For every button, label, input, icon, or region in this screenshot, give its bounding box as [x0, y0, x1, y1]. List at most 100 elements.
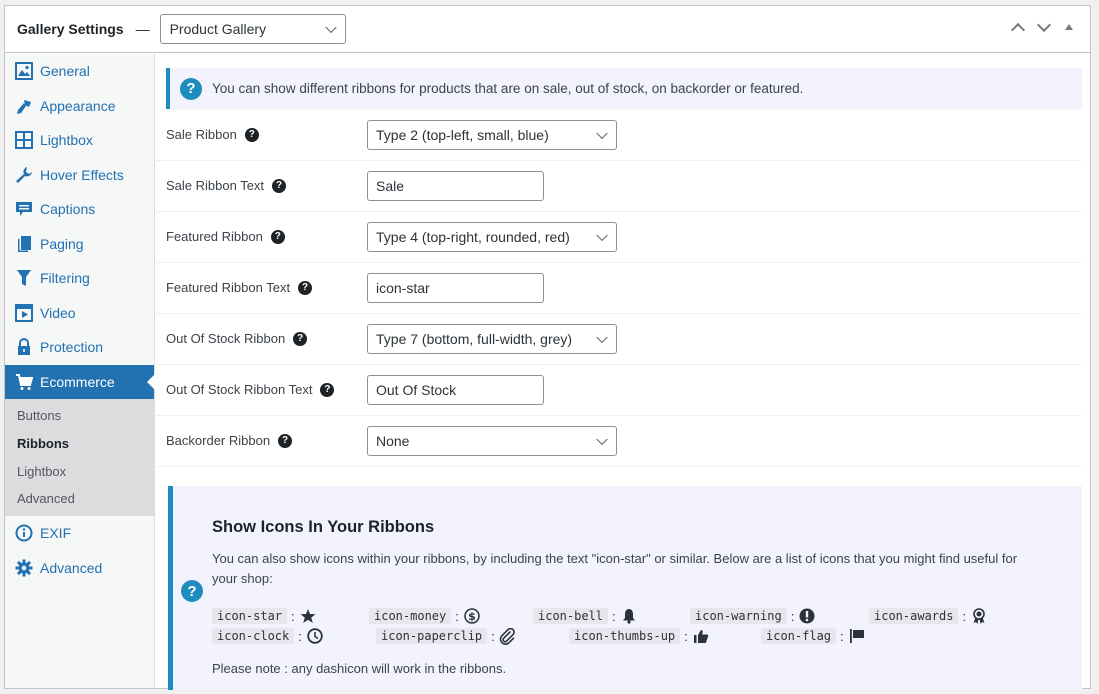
- sidebar-item-label: EXIF: [40, 525, 72, 541]
- gear-icon: [14, 558, 34, 578]
- submenu-item-ribbons[interactable]: Ribbons: [5, 430, 154, 458]
- submenu-item-buttons[interactable]: Buttons: [5, 402, 154, 430]
- icon-entry-bell: icon-bell:: [533, 606, 638, 626]
- move-up-icon[interactable]: [1010, 20, 1024, 34]
- field-label: Sale Ribbon Text: [166, 178, 265, 193]
- sidebar-item-label: Appearance: [40, 97, 116, 114]
- sale-ribbon-text-input[interactable]: [367, 171, 544, 201]
- money-icon: $: [463, 607, 481, 625]
- paperclip-icon: [499, 627, 517, 645]
- chevron-down-icon: [596, 127, 608, 140]
- gallery-select[interactable]: Product Gallery: [159, 14, 346, 44]
- field-row-featured-ribbon-text: Featured Ribbon Text?: [156, 263, 1081, 314]
- help-icon[interactable]: ?: [278, 433, 293, 448]
- info-description: You can also show icons within your ribb…: [212, 551, 1018, 586]
- sidebar-item-label: Advanced: [40, 559, 103, 576]
- sidebar-item-advanced[interactable]: Advanced: [5, 550, 154, 585]
- help-icon[interactable]: ?: [270, 229, 285, 244]
- sidebar-item-general[interactable]: General: [5, 54, 154, 89]
- icon-code: icon-bell: [533, 608, 609, 624]
- field-label: Featured Ribbon: [166, 229, 263, 244]
- featured-ribbon-select[interactable]: Type 4 (top-right, rounded, red): [367, 222, 617, 252]
- select-value: None: [376, 433, 410, 449]
- cart-icon: [14, 372, 34, 392]
- submenu-item-advanced[interactable]: Advanced: [5, 485, 154, 513]
- sidebar-item-label: Lightbox: [40, 132, 93, 149]
- image-icon: [14, 61, 34, 81]
- gallery-select-value: Product Gallery: [169, 21, 267, 37]
- help-icon[interactable]: ?: [293, 331, 308, 346]
- backorder-ribbon-select[interactable]: None: [367, 426, 617, 456]
- icon-entry-thumbs-up: icon-thumbs-up:: [569, 626, 710, 646]
- sidebar-item-exif[interactable]: EXIF: [5, 516, 154, 551]
- gallery-settings-panel: Gallery Settings — Product Gallery Gener…: [4, 5, 1091, 690]
- info-icon: [14, 523, 34, 543]
- icon-code: icon-thumbs-up: [569, 628, 681, 644]
- help-icon[interactable]: ?: [320, 382, 335, 397]
- settings-sidebar: General Appearance Lightbox Hover Effect…: [5, 54, 155, 688]
- out-of-stock-ribbon-text-input[interactable]: [367, 375, 544, 405]
- icon-code: icon-warning: [690, 608, 787, 624]
- ecommerce-submenu: Buttons Ribbons Lightbox Advanced: [5, 399, 154, 516]
- collapse-toggle-icon[interactable]: [1062, 20, 1076, 34]
- icon-entry-awards: icon-awards:: [869, 606, 988, 626]
- bell-icon: [620, 607, 638, 625]
- sidebar-item-video[interactable]: Video: [5, 296, 154, 331]
- icon-code: icon-star: [212, 608, 288, 624]
- icon-code: icon-paperclip: [376, 628, 488, 644]
- help-icon[interactable]: ?: [244, 127, 259, 142]
- icon-entry-clock: icon-clock:: [212, 626, 324, 646]
- icon-entry-star: icon-star:: [212, 606, 317, 626]
- warning-icon: [798, 607, 816, 625]
- video-icon: [14, 303, 34, 323]
- icon-code: icon-clock: [212, 628, 295, 644]
- sidebar-item-protection[interactable]: Protection: [5, 330, 154, 365]
- field-label: Featured Ribbon Text: [166, 280, 291, 295]
- icon-code: icon-awards: [869, 608, 959, 624]
- sidebar-item-captions[interactable]: Captions: [5, 192, 154, 227]
- icon-list-row: icon-star: icon-money: $ icon-bell: icon…: [212, 606, 1032, 626]
- sidebar-item-label: Filtering: [40, 270, 90, 287]
- icon-entry-paperclip: icon-paperclip:: [376, 626, 517, 646]
- lock-icon: [14, 337, 34, 357]
- select-value: Type 7 (bottom, full-width, grey): [376, 331, 573, 347]
- help-icon[interactable]: ?: [272, 178, 287, 193]
- sidebar-item-filtering[interactable]: Filtering: [5, 261, 154, 296]
- chevron-down-icon: [324, 21, 337, 34]
- out-of-stock-ribbon-select[interactable]: Type 7 (bottom, full-width, grey): [367, 324, 617, 354]
- sidebar-item-hover-effects[interactable]: Hover Effects: [5, 158, 154, 193]
- field-row-out-of-stock-ribbon-text: Out Of Stock Ribbon Text?: [156, 365, 1081, 416]
- field-row-featured-ribbon: Featured Ribbon? Type 4 (top-right, roun…: [156, 212, 1081, 263]
- move-down-icon[interactable]: [1036, 20, 1050, 34]
- submenu-item-lightbox[interactable]: Lightbox: [5, 457, 154, 485]
- featured-ribbon-text-input[interactable]: [367, 273, 544, 303]
- select-value: Type 4 (top-right, rounded, red): [376, 229, 570, 245]
- field-row-sale-ribbon-text: Sale Ribbon Text?: [156, 161, 1081, 212]
- field-row-backorder-ribbon: Backorder Ribbon? None: [156, 416, 1081, 467]
- svg-text:$: $: [468, 610, 476, 623]
- sidebar-item-label: Captions: [40, 201, 96, 218]
- sale-ribbon-select[interactable]: Type 2 (top-left, small, blue): [367, 120, 617, 150]
- sidebar-item-label: Hover Effects: [40, 166, 124, 183]
- help-icon[interactable]: ?: [298, 280, 313, 295]
- notice-text: You can show different ribbons for produ…: [212, 81, 804, 96]
- sidebar-item-appearance[interactable]: Appearance: [5, 89, 154, 124]
- field-label: Out Of Stock Ribbon Text: [166, 382, 313, 397]
- panel-header: Gallery Settings — Product Gallery: [5, 6, 1090, 53]
- sidebar-item-label: Paging: [40, 235, 84, 252]
- info-note: Please note : any dashicon will work in …: [212, 661, 507, 676]
- help-icon: ?: [181, 580, 203, 602]
- icon-entry-warning: icon-warning:: [690, 606, 816, 626]
- field-row-out-of-stock-ribbon: Out Of Stock Ribbon? Type 7 (bottom, ful…: [156, 314, 1081, 365]
- sidebar-item-label: Ecommerce: [40, 373, 115, 390]
- sidebar-item-label: Video: [40, 304, 76, 321]
- help-icon: ?: [180, 77, 202, 100]
- sidebar-item-label: Protection: [40, 339, 104, 356]
- icon-list: icon-star: icon-money: $ icon-bell: icon…: [212, 606, 1032, 646]
- sidebar-item-paging[interactable]: Paging: [5, 227, 154, 262]
- icon-code: icon-money: [369, 608, 452, 624]
- sidebar-item-lightbox[interactable]: Lightbox: [5, 123, 154, 158]
- star-icon: [299, 607, 317, 625]
- select-value: Type 2 (top-left, small, blue): [376, 127, 549, 143]
- sidebar-item-ecommerce[interactable]: Ecommerce: [5, 364, 154, 399]
